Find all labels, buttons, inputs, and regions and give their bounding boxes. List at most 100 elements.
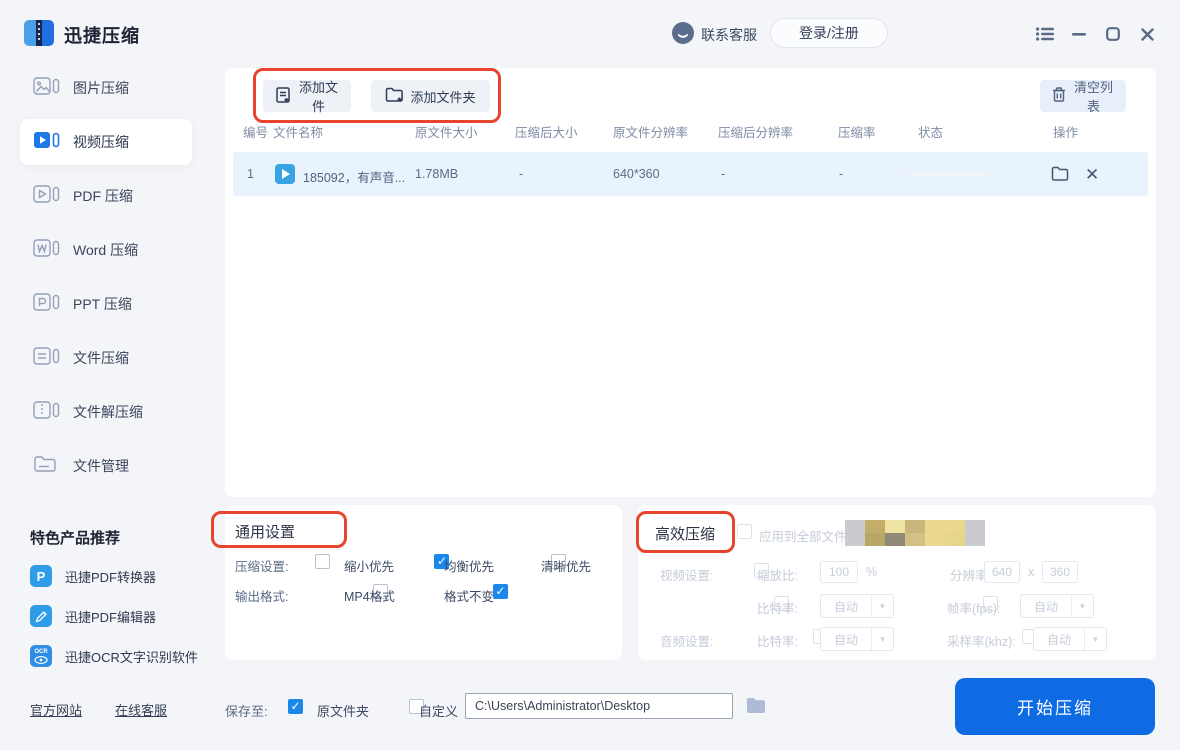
file-list-panel: 添加文件 添加文件夹 清空列表 编号 文件名称 原文件大小 压缩后大小 原文件分… (225, 68, 1156, 497)
image-compress-icon (33, 76, 60, 101)
keep-format-label[interactable]: 格式不变 (444, 586, 494, 605)
col-header-actions: 操作 (1053, 126, 1079, 140)
table-row[interactable]: 1 185092，有声音... 1.78MB - 640*360 - - ✕ (233, 152, 1148, 196)
sample-rate-value: 自动 (1046, 632, 1071, 647)
sidebar-item-image-compress[interactable]: 图片压缩 (20, 65, 192, 111)
contact-support-icon (672, 22, 694, 49)
general-settings-title: 通用设置 (235, 524, 296, 541)
shrink-priority-label[interactable]: 缩小优先 (344, 556, 394, 575)
add-folder-label: 添加文件夹 (410, 89, 476, 105)
promo-pdf-converter[interactable]: P 迅捷PDF转换器 (30, 563, 225, 589)
menu-list-icon[interactable] (1034, 23, 1056, 45)
app-title: 迅捷压缩 (64, 26, 140, 46)
video-bitrate-select[interactable]: 自动 ▼ (820, 594, 894, 618)
video-bitrate-label: 比特率: (757, 602, 798, 616)
clear-list-label: 清空列表 (1073, 80, 1113, 114)
checkbox-apply-all[interactable] (737, 524, 752, 539)
ppt-compress-icon (33, 292, 60, 317)
custom-path-label[interactable]: 自定义 (419, 701, 458, 720)
audio-settings-label: 音频设置: (660, 635, 714, 649)
promo-pdf-editor[interactable]: 迅捷PDF编辑器 (30, 603, 225, 629)
minimize-icon[interactable] (1068, 23, 1090, 45)
add-file-button[interactable]: 添加文件 (263, 80, 351, 114)
output-format-label: 输出格式: (235, 590, 289, 604)
sidebar-item-video-compress[interactable]: 视频压缩 (20, 119, 192, 165)
close-icon[interactable] (1136, 23, 1158, 45)
row-orig-size: 1.78MB (415, 167, 459, 181)
col-header-orig-size: 原文件大小 (415, 126, 478, 140)
sidebar-item-label: Word 压缩 (73, 242, 139, 258)
clarity-priority-label[interactable]: 清晰优先 (541, 556, 591, 575)
video-settings-label: 视频设置: (660, 569, 714, 583)
row-comp-size: - (519, 167, 524, 181)
row-comp-res: - (721, 167, 726, 181)
sidebar-item-file-manage[interactable]: 文件管理 (20, 443, 192, 489)
audio-bitrate-select[interactable]: 自动 ▼ (820, 627, 894, 651)
sidebar-item-file-compress[interactable]: 文件压缩 (20, 335, 192, 381)
folder-plus-icon (385, 87, 404, 105)
sidebar-item-file-decompress[interactable]: 文件解压缩 (20, 389, 192, 435)
start-compress-button[interactable]: 开始压缩 (955, 678, 1155, 735)
trash-icon (1052, 87, 1066, 105)
maximize-icon[interactable] (1102, 23, 1124, 45)
row-filename: 185092，有声音... (303, 171, 406, 185)
promo-label: 迅捷PDF编辑器 (65, 609, 157, 625)
video-bitrate-value: 自动 (833, 599, 858, 614)
promo-label: 迅捷OCR文字识别软件 (65, 649, 198, 665)
sidebar-item-word-compress[interactable]: Word 压缩 (20, 227, 192, 273)
col-header-filename: 文件名称 (273, 126, 324, 140)
online-support-link[interactable]: 在线客服 (115, 700, 167, 719)
sample-rate-select[interactable]: 自动 ▼ (1033, 627, 1107, 651)
sidebar-item-label: 文件管理 (73, 458, 129, 474)
sidebar-item-label: 文件解压缩 (73, 404, 143, 420)
scale-label: 缩放比: (757, 569, 798, 583)
clear-list-button[interactable]: 清空列表 (1040, 80, 1126, 114)
add-folder-button[interactable]: 添加文件夹 (371, 80, 490, 112)
col-header-comp-res: 压缩后分辨率 (718, 126, 794, 140)
checkbox-original-folder[interactable] (288, 699, 303, 714)
app-window: 迅捷压缩 联系客服 登录/注册 图片压缩 视频压缩 PDF 压缩 Word 压缩… (0, 0, 1180, 750)
scale-input[interactable]: 100 (820, 561, 858, 583)
original-folder-label[interactable]: 原文件夹 (317, 701, 369, 720)
promo-ocr-software[interactable]: OCR 迅捷OCR文字识别软件 (30, 643, 225, 669)
res-separator: x (1028, 565, 1035, 579)
percent-sign: % (866, 565, 878, 579)
sidebar-item-label: 视频压缩 (73, 134, 129, 150)
official-website-link[interactable]: 官方网站 (30, 700, 82, 719)
browse-folder-icon[interactable] (746, 697, 766, 719)
col-header-no: 编号 (243, 126, 269, 140)
apply-all-label: 应用到全部文件 (759, 530, 847, 544)
row-orig-res: 640*360 (613, 167, 660, 181)
save-path-input[interactable] (465, 693, 733, 719)
res-height-input[interactable]: 360 (1042, 561, 1078, 583)
pdf-editor-icon (30, 605, 52, 627)
open-folder-icon[interactable] (1051, 166, 1069, 186)
fps-select[interactable]: 自动 ▼ (1020, 594, 1094, 618)
contact-support-link[interactable]: 联系客服 (701, 25, 757, 45)
col-header-orig-res: 原文件分辨率 (613, 126, 689, 140)
col-header-status: 状态 (918, 126, 944, 140)
checkbox-shrink-priority[interactable] (315, 554, 330, 569)
checkbox-keep-format[interactable] (492, 584, 508, 599)
audio-bitrate-value: 自动 (833, 632, 858, 647)
login-register-button[interactable]: 登录/注册 (770, 18, 888, 48)
balanced-priority-label[interactable]: 均衡优先 (444, 556, 494, 575)
res-width-input[interactable]: 640 (984, 561, 1020, 583)
sidebar-item-pdf-compress[interactable]: PDF 压缩 (20, 173, 192, 219)
sidebar-item-ppt-compress[interactable]: PPT 压缩 (20, 281, 192, 327)
chevron-down-icon: ▼ (1071, 595, 1093, 617)
audio-bitrate-label: 比特率: (757, 635, 798, 649)
blurred-vip-badge (845, 520, 985, 546)
pdf-converter-icon: P (30, 565, 52, 587)
word-compress-icon (33, 238, 60, 263)
ocr-software-icon: OCR (30, 645, 52, 667)
fps-label: 帧率(fps): (947, 602, 1001, 616)
compress-setting-label: 压缩设置: (235, 560, 289, 574)
remove-file-icon[interactable]: ✕ (1085, 166, 1099, 183)
file-plus-icon (275, 86, 291, 106)
app-logo-icon (24, 20, 54, 46)
video-compress-icon (33, 130, 60, 155)
file-compress-icon (33, 346, 60, 371)
mp4-format-label[interactable]: MP4格式 (344, 586, 395, 605)
efficient-compress-panel: 高效压缩 应用到全部文件 视频设置: 缩放比: 100 % 分辨率: 640 x… (638, 505, 1156, 660)
